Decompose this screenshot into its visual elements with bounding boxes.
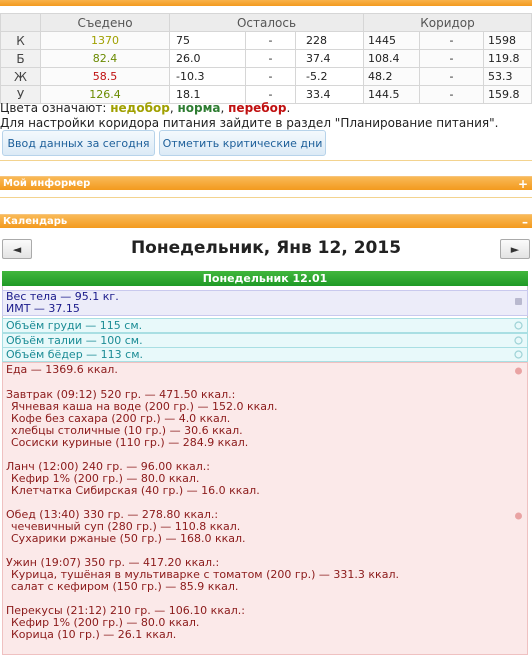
measurement-text: Объём бёдер — 113 см. (6, 348, 144, 361)
chest-measurement[interactable]: Объём груди — 115 см. (2, 318, 528, 333)
dash: - (419, 49, 484, 68)
eaten-value: 1370 (40, 31, 170, 50)
scale-icon (515, 298, 522, 305)
corridor-from: 144.5 (363, 85, 420, 104)
next-day-button[interactable]: ► (500, 239, 530, 259)
remaining-header: Осталось (169, 13, 364, 32)
remaining-to: 33.4 (295, 85, 364, 104)
corridor-header: Коридор (363, 13, 532, 32)
panel-title: Календарь (3, 216, 68, 227)
remaining-from: -10.3 (169, 67, 246, 86)
corridor-to: 1598 (483, 31, 532, 50)
expand-icon[interactable]: + (518, 177, 528, 191)
legend-prefix: Цвета означают: (0, 101, 111, 115)
dash: - (245, 49, 296, 68)
weight-line: Вес тела — 95.1 кг. (6, 290, 119, 303)
measurement-text: Объём талии — 100 см. (6, 334, 143, 347)
dash: - (419, 31, 484, 50)
corridor-from: 108.4 (363, 49, 420, 68)
corridor-from: 1445 (363, 31, 420, 50)
remaining-to: -5.2 (295, 67, 364, 86)
eaten-value: 82.4 (40, 49, 170, 68)
row-label: Б (0, 49, 41, 68)
table-row-fat: Ж 58.5 -10.3 - -5.2 48.2 - 53.3 (0, 67, 532, 86)
nutrition-corridor-panel-header[interactable] (0, 0, 532, 6)
weight-entry[interactable]: Вес тела — 95.1 кг. ИМТ — 37.15 (2, 290, 528, 316)
dash: - (419, 85, 484, 104)
tape-icon (514, 321, 523, 330)
corridor-from: 48.2 (363, 67, 420, 86)
eaten-header: Съедено (40, 13, 170, 32)
legend-suffix: . (286, 101, 291, 115)
meal-item: Корица (10 гр.) — 26.1 ккал. (11, 628, 177, 641)
tape-icon (514, 336, 523, 345)
dash: - (419, 67, 484, 86)
dash: - (245, 67, 296, 86)
food-total: Еда — 1369.6 ккал. (6, 363, 118, 376)
table-header-row: Съедено Осталось Коридор (0, 13, 532, 32)
remaining-from: 26.0 (169, 49, 246, 68)
remaining-to: 37.4 (295, 49, 364, 68)
bmi-line: ИМТ — 37.15 (6, 302, 80, 315)
table-row-protein: Б 82.4 26.0 - 37.4 108.4 - 119.8 (0, 49, 532, 68)
meal-item: Сухарики ржаные (50 гр.) — 168.0 ккал. (11, 532, 246, 545)
divider (0, 197, 532, 198)
remaining-from: 75 (169, 31, 246, 50)
eaten-value: 58.5 (40, 67, 170, 86)
measurement-text: Объём груди — 115 см. (6, 319, 143, 332)
apple-icon (515, 512, 522, 520)
meal-item: Клетчатка Сибирская (40 гр.) — 16.0 ккал… (11, 484, 260, 497)
meal-item: салат с кефиром (150 гр.) — 85.9 ккал. (11, 580, 239, 593)
legend-over: перебор (228, 101, 287, 115)
panel-title: Мой информер (3, 178, 91, 189)
calendar-date-title: Понедельник, Янв 12, 2015 (130, 238, 402, 258)
legend-sep: , (220, 101, 229, 115)
hips-measurement[interactable]: Объём бёдер — 113 см. (2, 347, 528, 362)
table-row-calories: К 1370 75 - 228 1445 - 1598 (0, 31, 532, 50)
table-corner (0, 13, 41, 32)
remaining-to: 228 (295, 31, 364, 50)
dash: - (245, 31, 296, 50)
my-informer-panel-header[interactable]: Мой информер + (0, 176, 532, 191)
collapse-icon[interactable]: – (522, 215, 528, 229)
legend-norm: норма (177, 101, 221, 115)
enter-today-data-button[interactable]: Ввод данных за сегодня (2, 130, 155, 156)
divider (0, 160, 532, 161)
corridor-settings-hint: Для настройки коридора питания зайдите в… (0, 116, 499, 130)
color-legend: Цвета означают: недобор, норма, перебор. (0, 101, 290, 115)
mark-critical-days-button[interactable]: Отметить критические дни (159, 130, 326, 156)
corridor-to: 53.3 (483, 67, 532, 86)
tape-icon (514, 350, 523, 359)
day-header: Понедельник 12.01 (2, 271, 528, 286)
row-label: К (0, 31, 41, 50)
calendar-panel-header[interactable]: Календарь – (0, 214, 532, 229)
waist-measurement[interactable]: Объём талии — 100 см. (2, 333, 528, 348)
row-label: Ж (0, 67, 41, 86)
food-entry[interactable]: Еда — 1369.6 ккал. Завтрак (09:12) 520 г… (2, 362, 528, 655)
corridor-to: 159.8 (483, 85, 532, 104)
apple-icon (515, 367, 522, 375)
meal-item: Сосиски куриные (110 гр.) — 284.9 ккал. (11, 436, 249, 449)
nutrition-corridor-table: Съедено Осталось Коридор К 1370 75 - 228… (0, 13, 532, 104)
legend-under: недобор (110, 101, 170, 115)
corridor-to: 119.8 (483, 49, 532, 68)
